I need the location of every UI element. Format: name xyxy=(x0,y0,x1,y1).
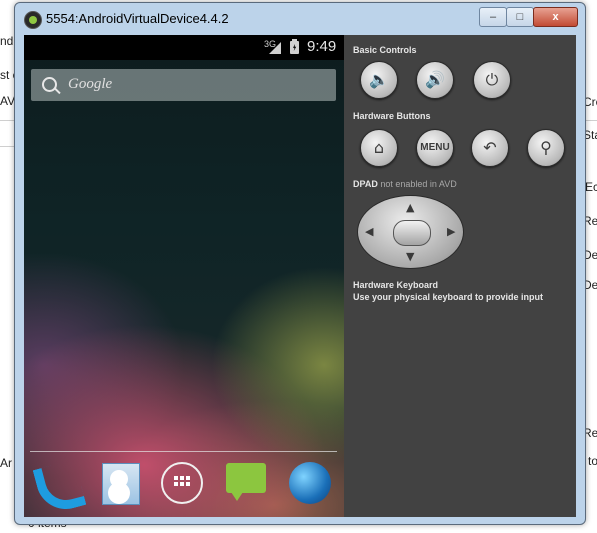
dpad-status: not enabled in AVD xyxy=(380,179,457,189)
network-type: 3G xyxy=(264,39,277,49)
search-icon: ⚲ xyxy=(540,138,552,157)
maximize-button[interactable]: □ xyxy=(506,7,534,27)
emulator-control-panel: Basic Controls 🔈 🔊 ⏻ Hardware Buttons ⌂ … xyxy=(344,35,576,517)
dock-divider xyxy=(30,451,337,452)
back-button[interactable]: ↶ xyxy=(471,129,509,167)
menu-button[interactable]: MENU xyxy=(416,129,454,167)
volume-up-icon: 🔊 xyxy=(425,70,445,89)
hardware-buttons-label: Hardware Buttons xyxy=(353,111,431,121)
search-placeholder: Google xyxy=(68,76,113,92)
power-icon: ⏻ xyxy=(485,70,499,89)
battery-icon xyxy=(290,39,299,54)
browser-icon[interactable] xyxy=(287,460,333,506)
volume-up-button[interactable]: 🔊 xyxy=(416,61,454,99)
dpad[interactable]: ▲ ▼ ◀ ▶ xyxy=(357,195,464,269)
dpad-up-icon[interactable]: ▲ xyxy=(406,201,414,214)
emulator-window: 5554:AndroidVirtualDevice4.4.2 – □ x 3G … xyxy=(14,2,586,525)
dpad-down-icon[interactable]: ▼ xyxy=(406,250,414,263)
emulator-content: 3G 9:49 Google Basic Controls 🔈 🔊 ⏻ Hard… xyxy=(24,35,576,517)
messaging-icon[interactable] xyxy=(223,460,269,506)
google-search-bar[interactable]: Google xyxy=(31,69,336,101)
volume-down-button[interactable]: 🔈 xyxy=(360,61,398,99)
basic-controls-label: Basic Controls xyxy=(353,45,417,55)
maximize-icon: □ xyxy=(516,11,524,23)
hardware-keyboard-label: Hardware Keyboard xyxy=(353,280,439,290)
bg-fragment[interactable]: Ec xyxy=(585,180,597,194)
window-title: 5554:AndroidVirtualDevice4.4.2 xyxy=(46,11,229,26)
dpad-center-button[interactable] xyxy=(393,220,431,246)
contacts-icon[interactable] xyxy=(96,460,142,506)
power-button[interactable]: ⏻ xyxy=(473,61,511,99)
dpad-right-icon[interactable]: ▶ xyxy=(447,225,455,238)
minimize-icon: – xyxy=(489,11,497,23)
menu-label: MENU xyxy=(420,142,450,153)
close-button[interactable]: x xyxy=(533,7,578,27)
home-icon: ⌂ xyxy=(373,138,385,157)
home-button[interactable]: ⌂ xyxy=(360,129,398,167)
back-icon: ↶ xyxy=(483,138,497,157)
hardware-keyboard-hint: Use your physical keyboard to provide in… xyxy=(353,292,544,302)
volume-down-icon: 🔈 xyxy=(369,70,389,89)
title-bar[interactable]: 5554:AndroidVirtualDevice4.4.2 – □ x xyxy=(15,3,585,33)
status-bar: 3G 9:49 xyxy=(24,35,344,60)
device-screen[interactable]: 3G 9:49 Google xyxy=(24,35,344,517)
divider xyxy=(0,120,14,121)
android-app-icon xyxy=(24,11,42,29)
dpad-title: DPAD xyxy=(353,179,378,189)
search-icon xyxy=(42,77,57,92)
search-button[interactable]: ⚲ xyxy=(527,129,565,167)
divider xyxy=(0,146,14,147)
bg-fragment: to xyxy=(588,454,597,468)
apps-icon[interactable] xyxy=(159,460,205,506)
close-icon: x xyxy=(552,11,559,23)
bg-fragment: Ar xyxy=(0,456,12,470)
minimize-button[interactable]: – xyxy=(479,7,507,27)
phone-icon[interactable] xyxy=(32,460,78,506)
status-time: 9:49 xyxy=(307,38,337,55)
dpad-label: DPAD not enabled in AVD xyxy=(353,179,457,189)
dpad-left-icon[interactable]: ◀ xyxy=(365,225,373,238)
